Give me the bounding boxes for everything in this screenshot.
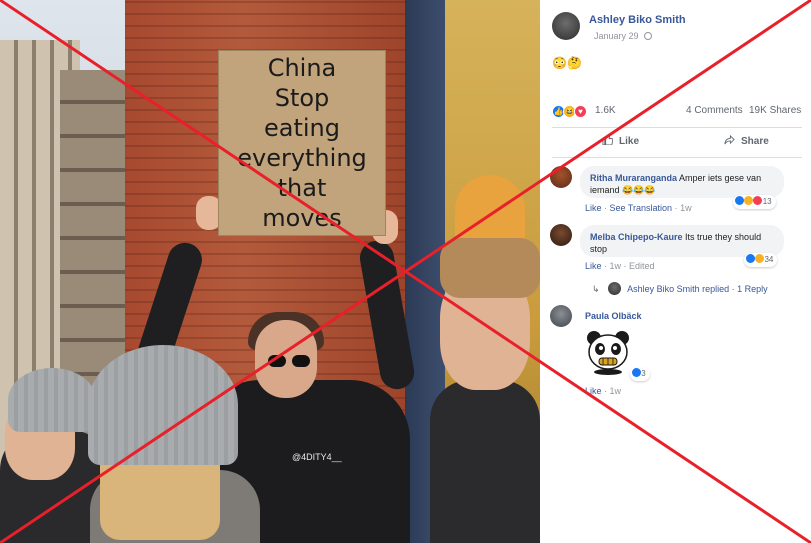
haha-reaction-icon xyxy=(744,196,754,205)
bystander-left-beanie xyxy=(8,368,96,432)
sign-text: China Stop eating everything that moves xyxy=(237,54,367,232)
comment-bubble: Ritha Muraranganda Amper iets gese van i… xyxy=(580,166,784,198)
comment-reactions[interactable]: 34 xyxy=(744,253,778,267)
reaction-count: 34 xyxy=(764,255,774,264)
bystander-center-beanie xyxy=(88,345,238,465)
comment-reactions[interactable]: 3 xyxy=(630,367,650,381)
comment-meta: Like · See Translation · 1w xyxy=(585,203,692,213)
comment-meta: Like · 1w xyxy=(585,386,622,396)
commenter-name[interactable]: Melba Chipepo-Kaure xyxy=(590,232,683,242)
haha-reaction-icon xyxy=(755,254,765,263)
reply-arrow-icon: ↳ xyxy=(592,284,600,294)
comment-time[interactable]: 1w xyxy=(680,203,692,213)
comments-count[interactable]: 4 Comments xyxy=(686,105,743,116)
reply-verb: replied xyxy=(702,284,730,294)
author-avatar[interactable] xyxy=(552,12,580,40)
divider xyxy=(552,157,802,158)
divider xyxy=(552,127,802,128)
commenter-name[interactable]: Paula Olbäck xyxy=(585,311,642,321)
commenter-name[interactable]: Ritha Muraranganda xyxy=(590,173,677,183)
post-actions: Like Share xyxy=(552,131,802,155)
reaction-summary: 👍 😆 ♥ 1.6K 4 Comments 19K Shares xyxy=(552,104,802,120)
angry-reaction-icon xyxy=(753,196,763,205)
like-button[interactable]: Like xyxy=(602,135,639,147)
comment-time[interactable]: 1w xyxy=(610,386,622,396)
like-label: Like xyxy=(619,136,640,147)
like-reaction-icon xyxy=(746,254,755,263)
comment-like-link[interactable]: Like xyxy=(585,261,602,271)
reply-count[interactable]: 1 Reply xyxy=(737,284,768,294)
globe-icon xyxy=(644,32,653,40)
protest-sign: China Stop eating everything that moves xyxy=(218,50,386,236)
comment-edited[interactable]: Edited xyxy=(629,261,655,271)
bystander-right-coat xyxy=(430,380,540,543)
commenter-avatar[interactable] xyxy=(550,166,572,188)
panda-sticker-icon xyxy=(587,331,629,375)
post-author[interactable]: Ashley Biko Smith xyxy=(589,14,686,26)
see-translation-link[interactable]: See Translation xyxy=(610,203,673,213)
reply-author[interactable]: Ashley Biko Smith xyxy=(627,284,700,294)
share-label: Share xyxy=(741,136,769,147)
commenter-avatar[interactable] xyxy=(550,305,572,327)
love-reaction-icon: ♥ xyxy=(574,105,587,118)
like-reaction-icon xyxy=(632,368,641,377)
reply-thread-row[interactable]: ↳ Ashley Biko Smith replied · 1 Reply xyxy=(592,282,768,295)
sunglasses xyxy=(268,355,312,367)
thumbs-up-icon xyxy=(602,135,613,145)
bystander-right-hair xyxy=(440,238,540,298)
photo-watermark: @4DITY4__ xyxy=(292,452,342,462)
post-text: 😳🤔 xyxy=(552,56,582,70)
reaction-count[interactable]: 1.6K xyxy=(595,105,616,116)
meme-photo: China Stop eating everything that moves … xyxy=(0,0,540,543)
like-reaction-icon xyxy=(735,196,744,205)
post-header: Ashley Biko Smith January 29 xyxy=(552,12,802,44)
facebook-post-panel: Ashley Biko Smith January 29 😳🤔 👍 😆 ♥ 1.… xyxy=(540,0,811,543)
comment-reactions[interactable]: 13 xyxy=(733,195,776,209)
reaction-count: 3 xyxy=(641,369,646,378)
share-arrow-icon xyxy=(724,135,735,145)
shares-count[interactable]: 19K Shares xyxy=(749,105,801,116)
post-meta: January 29 xyxy=(594,31,653,41)
commenter-avatar[interactable] xyxy=(550,224,572,246)
comment-like-link[interactable]: Like xyxy=(585,203,602,213)
comment-like-link[interactable]: Like xyxy=(585,386,602,396)
reply-author-avatar xyxy=(608,282,622,295)
comment-meta: Like · 1w · Edited xyxy=(585,261,655,271)
post-date[interactable]: January 29 xyxy=(594,31,639,41)
reaction-count: 13 xyxy=(762,197,772,206)
comment-time[interactable]: 1w xyxy=(610,261,622,271)
share-button[interactable]: Share xyxy=(724,135,769,147)
